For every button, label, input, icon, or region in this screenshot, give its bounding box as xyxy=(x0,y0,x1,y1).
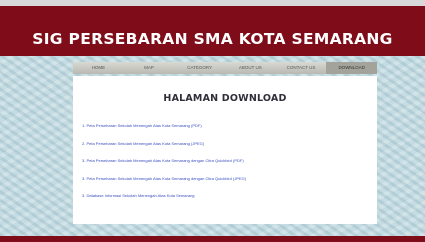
download-link-database[interactable]: Database Informasi Sekolah Menengah Atas… xyxy=(86,193,194,198)
download-item-number: 3. xyxy=(82,158,86,163)
nav-item-category[interactable]: CATEGORY xyxy=(174,62,225,74)
nav-item-contact-us[interactable]: CONTACT US xyxy=(276,62,327,74)
nav-item-download[interactable]: DOWNLOAD xyxy=(326,62,378,74)
download-item-number: 2. xyxy=(82,140,86,146)
download-item: 3. Database Informasi Sekolah Menengah A… xyxy=(82,193,246,198)
download-item: 1. Peta Persebaran Sekolah Menengah Atas… xyxy=(82,123,246,128)
download-link-quickbird-pdf[interactable]: Peta Persebaran Sekolah Menengah Atas Ko… xyxy=(86,158,243,163)
nav-item-about-us[interactable]: ABOUT US xyxy=(225,62,276,74)
download-link-quickbird-jpeg[interactable]: Peta Persebaran Sekolah Menengah Atas Ko… xyxy=(86,176,246,181)
nav-item-map[interactable]: MAP xyxy=(124,62,175,74)
site-header: SIG PERSEBARAN SMA KOTA SEMARANG xyxy=(0,6,425,56)
site-title: SIG PERSEBARAN SMA KOTA SEMARANG xyxy=(32,30,393,48)
download-item: 3. Peta Persebaran Sekolah Menengah Atas… xyxy=(82,176,246,181)
download-link-map-jpeg[interactable]: Peta Persebaran Sekolah Menengah Atas Ko… xyxy=(86,141,204,146)
content-panel: HALAMAN DOWNLOAD 1. Peta Persebaran Seko… xyxy=(73,76,377,224)
download-link-map-pdf[interactable]: Peta Persebaran Sekolah Menengah Atas Ko… xyxy=(86,123,201,128)
download-item: 2. Peta Persebaran Sekolah Menengah Atas… xyxy=(82,141,246,146)
download-item: 3. Peta Persebaran Sekolah Menengah Atas… xyxy=(82,158,246,163)
download-list: 1. Peta Persebaran Sekolah Menengah Atas… xyxy=(82,123,246,211)
nav-item-home[interactable]: HOME xyxy=(73,62,124,74)
download-item-number: 3. xyxy=(82,175,86,181)
download-item-number: 1. xyxy=(82,123,86,128)
download-item-number: 3. xyxy=(82,193,86,198)
main-nav: HOME MAP CATEGORY ABOUT US CONTACT US DO… xyxy=(73,62,378,74)
page-heading: HALAMAN DOWNLOAD xyxy=(163,93,287,104)
site-footer xyxy=(0,236,425,242)
